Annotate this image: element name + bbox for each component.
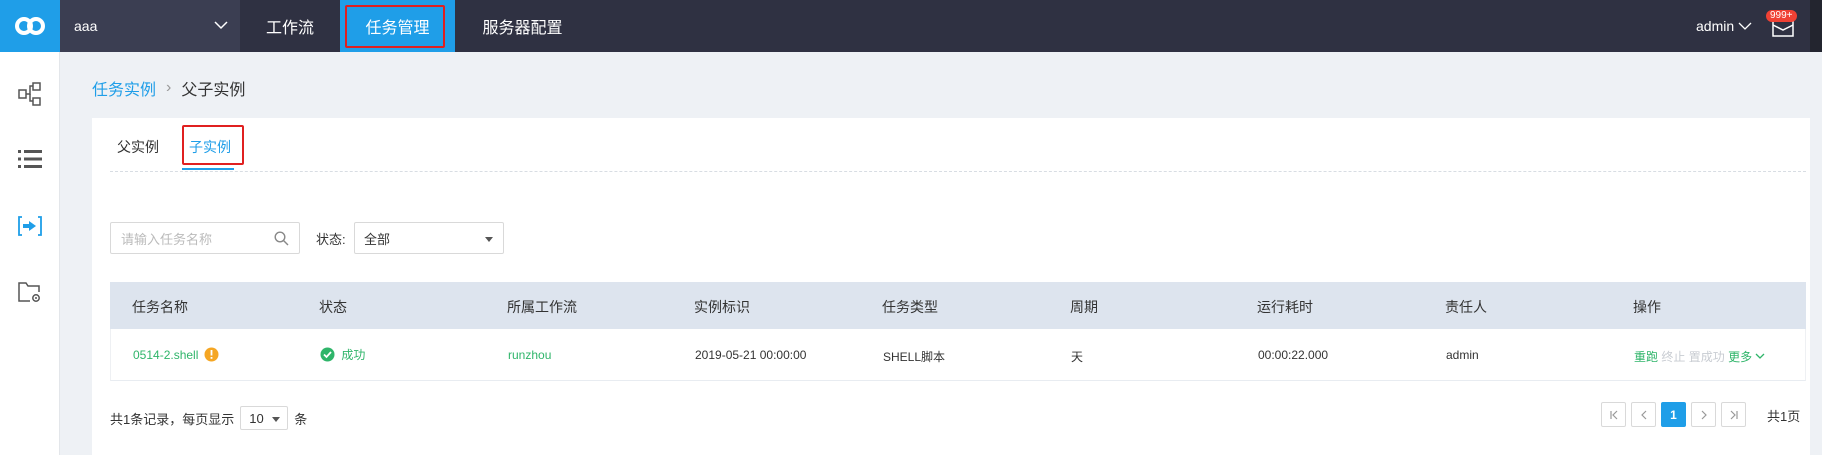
page-number-button[interactable]: 1 (1661, 402, 1686, 427)
user-menu[interactable]: admin (1696, 0, 1752, 52)
breadcrumb-parent[interactable]: 任务实例 (92, 76, 156, 100)
prev-page-button[interactable] (1631, 402, 1656, 427)
workflow-link[interactable]: runzhou (508, 348, 551, 362)
cycle-cell: 天 (1071, 350, 1084, 364)
last-page-icon (1730, 410, 1738, 419)
chevron-right-icon (1701, 410, 1707, 419)
state-filter-value: 全部 (364, 231, 391, 247)
more-button[interactable]: 更多 (1728, 350, 1765, 364)
list-icon[interactable] (14, 143, 46, 175)
next-page-button[interactable] (1691, 402, 1716, 427)
column-header: 操作 (1633, 299, 1661, 315)
column-header: 运行耗时 (1257, 299, 1313, 315)
project-selector[interactable]: aaa (60, 0, 240, 52)
workflow-tree-icon[interactable] (14, 78, 46, 110)
success-check-icon (320, 347, 335, 362)
chevron-down-icon (214, 21, 228, 30)
table-header: 任务名称 状态 所属工作流 实例标识 任务类型 周期 运行耗时 责任人 操作 (110, 282, 1806, 329)
chevron-left-icon (1640, 410, 1646, 419)
owner-cell: admin (1446, 348, 1479, 362)
search-input[interactable]: 请输入任务名称 (110, 222, 300, 254)
last-page-button[interactable] (1721, 402, 1746, 427)
task-instance-icon[interactable] (14, 210, 46, 242)
active-tab-indicator (182, 168, 234, 170)
task-type-cell: SHELL脚本 (883, 350, 946, 364)
table-row: 0514-2.shell 成功 runzhou 2019-05-21 00:00… (110, 329, 1806, 381)
app-logo[interactable] (0, 0, 60, 52)
stop-button[interactable]: 终止 (1661, 350, 1685, 364)
info-icon[interactable] (204, 347, 219, 362)
page-size-select[interactable]: 10 (240, 406, 289, 430)
state-filter-label: 状态: (316, 232, 346, 247)
nav-workflow[interactable]: 工作流 (240, 0, 340, 52)
highlight-box (182, 125, 244, 165)
project-name: aaa (74, 18, 98, 34)
breadcrumb: 任务实例 › 父子实例 (92, 76, 245, 100)
top-bar: aaa 工作流 任务管理 服务器配置 admin 999+ (0, 0, 1822, 52)
chevron-down-icon (1738, 22, 1752, 30)
total-pages: 共1页 (1767, 409, 1801, 424)
first-page-icon (1609, 410, 1617, 419)
column-header: 所属工作流 (507, 299, 577, 315)
logo-icon (15, 17, 45, 35)
column-header: 周期 (1070, 299, 1098, 315)
scrollbar-edge (1810, 0, 1822, 52)
duration-cell: 00:00:22.000 (1258, 348, 1329, 362)
actions-cell: 重跑 终止 置成功 更多 (1634, 348, 1765, 365)
highlight-box (345, 5, 445, 48)
search-placeholder: 请输入任务名称 (121, 231, 213, 247)
column-header: 任务类型 (882, 299, 938, 315)
status-cell: 成功 (320, 346, 365, 363)
search-icon (274, 231, 289, 246)
notification-badge: 999+ (1766, 10, 1797, 22)
rerun-button[interactable]: 重跑 (1634, 350, 1658, 364)
status-text: 成功 (341, 348, 366, 362)
column-header: 责任人 (1445, 299, 1487, 315)
tab-divider (110, 171, 1806, 172)
column-header: 任务名称 (132, 299, 188, 315)
sidebar (0, 52, 60, 455)
breadcrumb-current: 父子实例 (181, 82, 246, 99)
state-filter-select[interactable]: 全部 (354, 222, 504, 254)
instance-id-cell: 2019-05-21 00:00:00 (695, 348, 807, 362)
set-success-button[interactable]: 置成功 (1689, 350, 1725, 364)
column-header: 实例标识 (694, 299, 750, 315)
user-name: admin (1696, 18, 1735, 34)
pagination-summary: 共1条记录，每页显示 10 条 (110, 406, 307, 430)
folder-settings-icon[interactable] (14, 276, 46, 308)
chevron-down-icon (1755, 353, 1765, 359)
column-header: 状态 (319, 299, 347, 315)
caret-down-icon (485, 237, 493, 242)
caret-down-icon (272, 417, 281, 422)
task-name-link[interactable]: 0514-2.shell (133, 347, 219, 362)
nav-server-config[interactable]: 服务器配置 (465, 0, 580, 52)
first-page-button[interactable] (1601, 402, 1626, 427)
breadcrumb-separator: › (166, 79, 172, 96)
tab-parent-instance[interactable]: 父实例 (117, 137, 159, 157)
